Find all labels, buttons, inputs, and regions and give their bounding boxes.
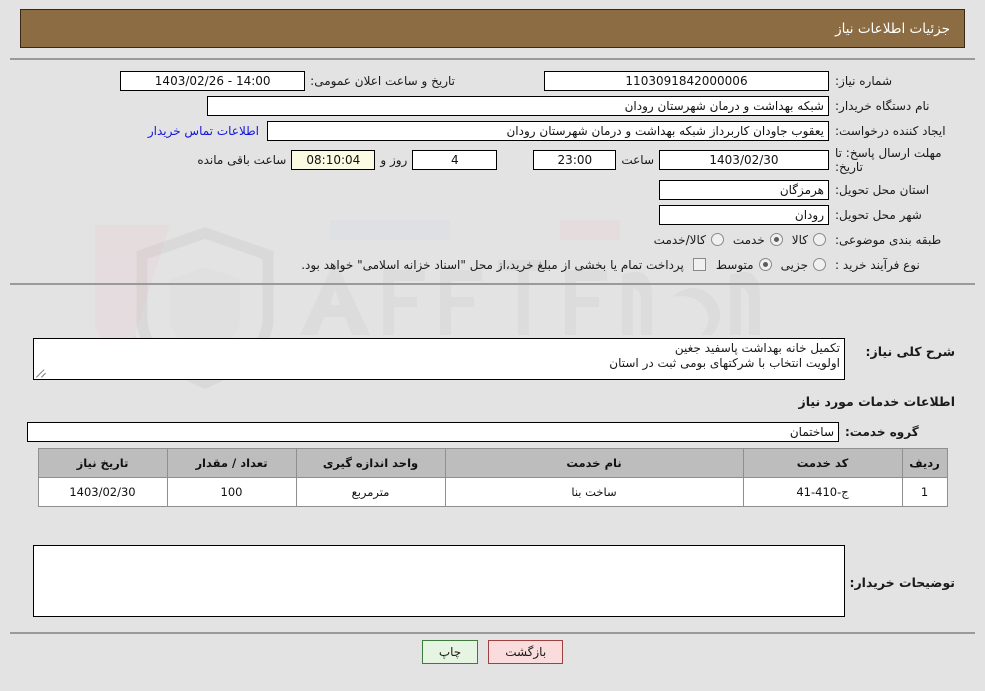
general-description-block: شرح کلی نیاز: تکمیل خانه بهداشت پاسفید ج…	[10, 338, 975, 380]
details-panel: شماره نیاز: 1103091842000006 تاریخ و ساع…	[10, 58, 975, 285]
window-title-bar: جزئیات اطلاعات نیاز	[20, 9, 965, 48]
days-and-label: روز و	[380, 153, 408, 167]
row-requester: ایجاد کننده درخواست: یعقوب جاودان کاربرد…	[30, 118, 955, 143]
general-desc-line-2: اولویت انتخاب با شرکتهای بومی ثبت در است…	[609, 356, 840, 370]
process-radio-0[interactable]	[813, 258, 826, 271]
hour-label: ساعت	[621, 153, 654, 167]
service-group-label: گروه خدمت:	[845, 424, 919, 439]
process-radio-1[interactable]	[758, 258, 772, 271]
table-header-row: ردیف کد خدمت نام خدمت واحد اندازه گیری تعداد…	[37, 448, 948, 478]
row-category: طبقه بندی موضوعی: کالا خدمت کالا/خدمت	[30, 227, 955, 252]
deadline-label: مهلت ارسال پاسخ: تا تاریخ:	[835, 146, 942, 174]
province-value: هرمزگان	[659, 179, 829, 200]
page-title: جزئیات اطلاعات نیاز	[835, 20, 950, 37]
row-process-type: نوع فرآیند خرید : جزیی متوسط پرداخت تمام …	[30, 252, 955, 277]
category-radio-label-1: خدمت	[732, 232, 765, 247]
services-table: ردیف کد خدمت نام خدمت واحد اندازه گیری تعداد…	[37, 448, 948, 507]
buyer-comments-block: توضیحات خریدار:	[10, 545, 975, 617]
need-number-label: شماره نیاز:	[835, 73, 892, 88]
row-service-group: گروه خدمت: ساختمان	[10, 413, 975, 444]
footer-divider	[10, 632, 975, 634]
category-radio-group[interactable]: کالا خدمت کالا/خدمت	[648, 233, 829, 247]
table-header-cell-3: واحد اندازه گیری	[295, 448, 446, 478]
process-radio-label-1: متوسط	[715, 257, 754, 272]
services-section-title: اطلاعات خدمات مورد نیاز	[798, 394, 956, 409]
table-header-cell-0: ردیف	[901, 448, 948, 478]
process-radio-group[interactable]: جزیی متوسط	[710, 258, 829, 272]
general-desc-line-1: تکمیل خانه بهداشت پاسفید جغین	[674, 341, 840, 355]
need-number-value: 1103091842000006	[544, 70, 829, 91]
category-label: طبقه بندی موضوعی:	[835, 232, 942, 247]
table-header-cell-4: تعداد / مقدار	[166, 448, 297, 478]
table-cell-2: ساخت بنا	[444, 477, 744, 507]
public-announce-label: تاریخ و ساعت اعلان عمومی:	[310, 73, 455, 88]
process-radio-label-0: جزیی	[780, 257, 808, 272]
deadline-time-value: 23:00	[533, 150, 617, 170]
table-row: 1 ج-410-41 ساخت بنا مترمربع 100 1403/02/30	[37, 477, 948, 507]
requester-label: ایجاد کننده درخواست:	[835, 123, 946, 138]
back-button[interactable]: بازگشت	[488, 640, 564, 664]
process-type-label: نوع فرآیند خرید :	[835, 257, 920, 272]
services-section: اطلاعات خدمات مورد نیاز گروه خدمت: ساختم…	[10, 388, 975, 507]
requester-value: یعقوب جاودان کاربرداز شبکه بهداشت و درما…	[267, 120, 829, 141]
remaining-suffix-label: ساعت باقی مانده	[197, 153, 287, 167]
treasury-checkbox[interactable]	[692, 258, 706, 271]
category-radio-2[interactable]	[710, 233, 724, 246]
buyer-comments-label: توضیحات خریدار:	[849, 574, 955, 590]
table-cell-5: 1403/02/30	[37, 477, 168, 507]
city-label: شهر محل تحویل:	[835, 207, 922, 222]
remaining-days-value: 4	[412, 150, 498, 170]
public-announce-value: 14:00 - 1403/02/26	[120, 70, 306, 91]
service-group-value: ساختمان	[27, 421, 839, 442]
category-radio-label-2: کالا/خدمت	[653, 232, 706, 247]
buyer-org-value: شبکه بهداشت و درمان شهرستان رودان	[207, 95, 829, 116]
category-radio-0[interactable]	[813, 233, 826, 246]
province-label: استان محل تحویل:	[835, 182, 930, 197]
city-value: رودان	[659, 204, 829, 225]
row-province: استان محل تحویل: هرمزگان	[30, 177, 955, 202]
general-desc-textarea[interactable]: تکمیل خانه بهداشت پاسفید جغین اولویت انت…	[33, 338, 845, 380]
table-cell-1: ج-410-41	[742, 477, 903, 507]
remaining-time-value: 08:10:04	[291, 150, 376, 170]
category-radio-label-0: کالا	[791, 232, 808, 247]
table-header-cell-5: تاریخ نیاز	[37, 448, 168, 478]
row-buyer-org: نام دستگاه خریدار: شبکه بهداشت و درمان ش…	[30, 93, 955, 118]
table-cell-0: 1	[901, 477, 948, 507]
row-need-number: شماره نیاز: 1103091842000006 تاریخ و ساع…	[30, 66, 955, 93]
table-cell-4: 100	[166, 477, 297, 507]
category-radio-1[interactable]	[769, 233, 783, 246]
general-desc-label: شرح کلی نیاز:	[865, 344, 955, 359]
treasury-note-label: پرداخت تمام یا بخشی از مبلغ خرید،از محل …	[301, 257, 684, 272]
row-deadline: مهلت ارسال پاسخ: تا تاریخ: 1403/02/30 سا…	[30, 143, 955, 177]
row-city: شهر محل تحویل: رودان	[30, 202, 955, 227]
buyer-contact-link[interactable]: اطلاعات تماس خریدار	[140, 124, 267, 138]
buyer-comments-textarea[interactable]	[33, 545, 845, 617]
print-button[interactable]: چاپ	[421, 640, 479, 664]
footer-actions: بازگشت چاپ	[0, 640, 985, 664]
table-header-cell-2: نام خدمت	[444, 448, 744, 478]
deadline-date-value: 1403/02/30	[659, 150, 829, 170]
table-cell-3: مترمربع	[295, 477, 446, 507]
table-header-cell-1: کد خدمت	[742, 448, 903, 478]
buyer-org-label: نام دستگاه خریدار:	[835, 98, 930, 113]
